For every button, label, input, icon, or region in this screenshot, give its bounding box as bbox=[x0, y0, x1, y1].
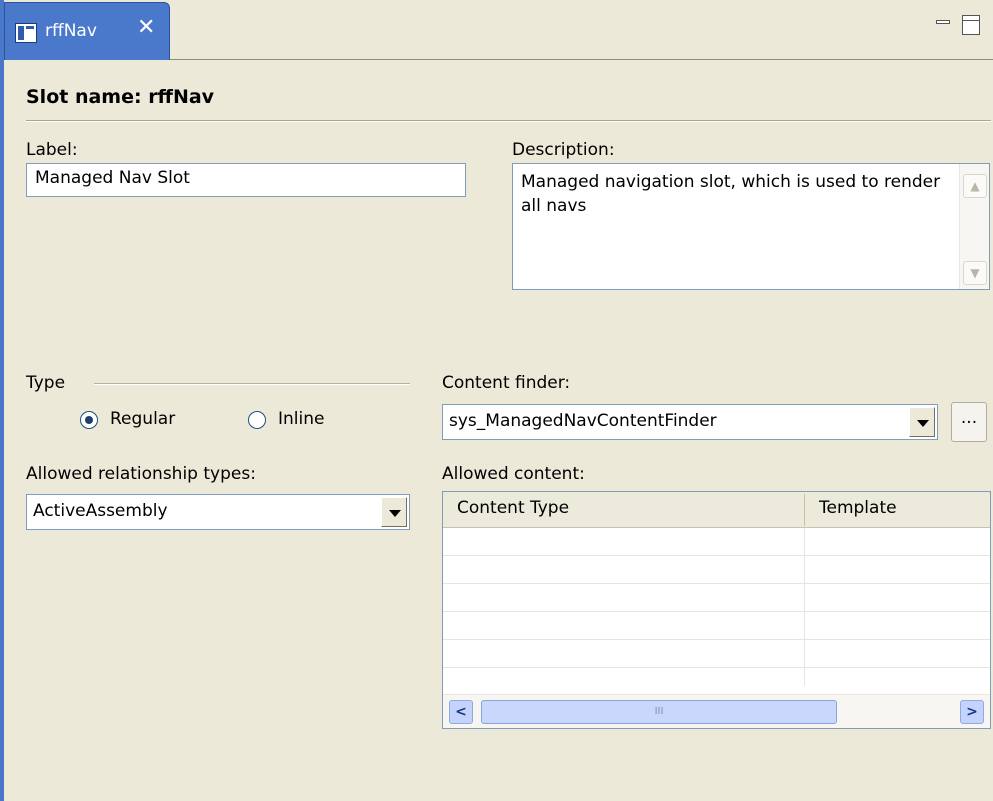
maximize-icon[interactable] bbox=[962, 15, 980, 35]
type-group-line bbox=[94, 383, 410, 385]
column-header-template[interactable]: Template bbox=[819, 498, 897, 518]
relationship-types-label: Allowed relationship types: bbox=[26, 464, 256, 484]
radio-inline-label[interactable]: Inline bbox=[278, 409, 324, 429]
chevron-down-icon[interactable] bbox=[909, 407, 935, 437]
scroll-right-icon[interactable]: > bbox=[960, 700, 984, 724]
table-row[interactable] bbox=[443, 640, 990, 668]
table-header: Content Type Template bbox=[443, 492, 990, 528]
editor-frame: rffNav ✕ Slot name: rffNav Label: Manage… bbox=[0, 0, 993, 801]
chevron-down-icon[interactable] bbox=[381, 497, 407, 527]
type-group-label: Type bbox=[26, 373, 66, 393]
tab-label: rffNav bbox=[45, 21, 97, 41]
table-row[interactable] bbox=[443, 528, 990, 556]
column-divider[interactable] bbox=[804, 494, 805, 526]
title-separator bbox=[26, 120, 991, 122]
scroll-down-icon[interactable]: ▼ bbox=[963, 261, 987, 285]
label-field-label: Label: bbox=[26, 140, 78, 160]
allowed-content-table[interactable]: Content Type Template < III > bbox=[442, 491, 991, 729]
allowed-content-label: Allowed content: bbox=[442, 464, 585, 484]
tab-bar: rffNav ✕ bbox=[4, 0, 993, 60]
table-row[interactable] bbox=[443, 612, 990, 640]
relationship-types-value: ActiveAssembly bbox=[33, 501, 168, 521]
table-row[interactable] bbox=[443, 584, 990, 612]
editor-icon bbox=[15, 23, 37, 43]
description-textarea[interactable]: Managed navigation slot, which is used t… bbox=[512, 163, 990, 290]
column-header-content-type[interactable]: Content Type bbox=[457, 498, 569, 518]
description-field-label: Description: bbox=[512, 140, 615, 160]
scroll-thumb[interactable]: III bbox=[481, 700, 837, 724]
content-finder-value: sys_ManagedNavContentFinder bbox=[449, 411, 717, 431]
browse-button[interactable]: ... bbox=[951, 402, 987, 442]
radio-inline[interactable] bbox=[248, 411, 266, 429]
radio-regular-label[interactable]: Regular bbox=[110, 409, 175, 429]
close-icon[interactable]: ✕ bbox=[137, 17, 155, 39]
minimize-icon[interactable] bbox=[936, 20, 950, 24]
scroll-up-icon[interactable]: ▲ bbox=[963, 174, 987, 198]
description-text: Managed navigation slot, which is used t… bbox=[521, 172, 941, 216]
table-horizontal-scrollbar[interactable]: < III > bbox=[443, 694, 990, 728]
label-input[interactable]: Managed Nav Slot bbox=[26, 163, 466, 197]
column-divider bbox=[804, 528, 805, 686]
table-row[interactable] bbox=[443, 556, 990, 584]
relationship-types-select[interactable]: ActiveAssembly bbox=[26, 494, 410, 530]
tab-rffnav[interactable]: rffNav ✕ bbox=[4, 2, 170, 60]
content-finder-label: Content finder: bbox=[442, 373, 571, 393]
page-title: Slot name: rffNav bbox=[26, 86, 215, 108]
description-scrollbar[interactable]: ▲ ▼ bbox=[959, 164, 989, 289]
scroll-left-icon[interactable]: < bbox=[449, 700, 473, 724]
radio-regular[interactable] bbox=[80, 411, 98, 429]
content-finder-select[interactable]: sys_ManagedNavContentFinder bbox=[442, 404, 938, 440]
